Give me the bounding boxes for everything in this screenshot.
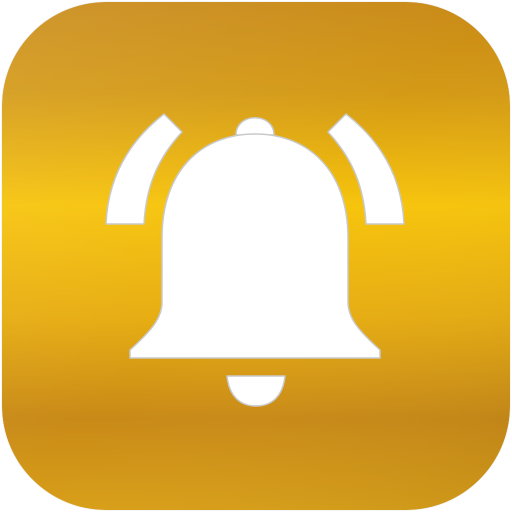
bell-app-icon[interactable] xyxy=(2,2,510,510)
bell-app-icon-graphic xyxy=(2,2,510,510)
canvas xyxy=(0,0,512,512)
